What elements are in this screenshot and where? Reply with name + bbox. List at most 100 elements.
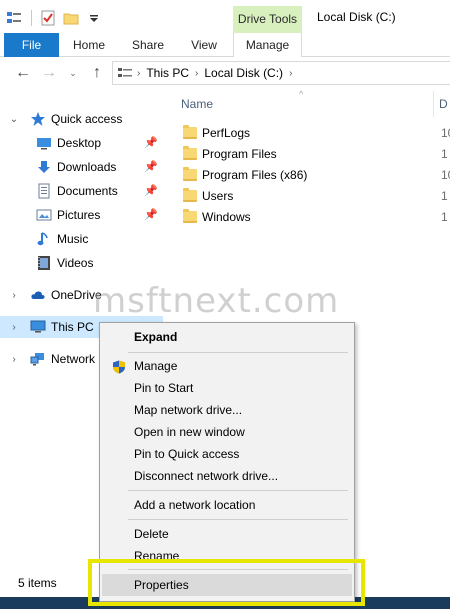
nav-item-label: Network — [51, 352, 96, 366]
menu-separator — [128, 519, 348, 520]
nav-item-quick-access[interactable]: ⌄ Quick access — [0, 108, 163, 130]
nav-item-label: Pictures — [57, 208, 101, 222]
tab-home[interactable]: Home — [68, 33, 110, 57]
music-icon — [36, 231, 52, 247]
pin-icon[interactable]: 📌 — [144, 184, 158, 197]
file-date: 10 — [441, 126, 450, 140]
title-bar: Drive Tools Local Disk (C:) — [0, 0, 450, 33]
computer-icon — [30, 319, 46, 335]
file-date: 1 — [441, 147, 448, 161]
tab-share[interactable]: Share — [127, 33, 169, 57]
qat-separator — [31, 10, 32, 26]
breadcrumb-chevron-icon: › — [195, 67, 199, 79]
nav-item-music[interactable]: Music — [0, 228, 163, 250]
menu-separator — [128, 490, 348, 491]
file-name: Users — [202, 189, 234, 203]
cloud-icon — [30, 287, 46, 303]
menu-item-disconnect-network-drive[interactable]: Disconnect network drive... — [102, 465, 352, 487]
item-count: 5 items — [18, 576, 57, 590]
file-name: Windows — [202, 210, 251, 224]
menu-item-map-network-drive[interactable]: Map network drive... — [102, 399, 352, 421]
file-row-perflogs[interactable]: PerfLogs 10 — [183, 123, 450, 143]
menu-item-add-network-location[interactable]: Add a network location — [102, 494, 352, 516]
back-arrow-icon[interactable]: ← — [14, 64, 32, 82]
breadcrumb-chevron-icon: › — [137, 67, 141, 79]
nav-item-documents[interactable]: Documents 📌 — [0, 180, 163, 202]
nav-item-downloads[interactable]: Downloads 📌 — [0, 156, 163, 178]
highlight-box — [88, 559, 365, 606]
file-date: 1 — [441, 189, 448, 203]
column-separator[interactable] — [433, 91, 434, 117]
breadcrumb-this-pc[interactable]: This PC — [146, 66, 189, 80]
nav-item-desktop[interactable]: Desktop 📌 — [0, 132, 163, 154]
folder-icon — [183, 125, 197, 139]
drive-tools-contextual-tab: Drive Tools — [233, 6, 302, 33]
nav-item-label: Desktop — [57, 136, 102, 150]
collapsed-chevron-icon[interactable]: › — [8, 322, 20, 333]
address-bar: ← → ⌄ ↑ › This PC › Local Disk (C:) › — [0, 57, 450, 89]
nav-item-label: This PC — [51, 320, 94, 334]
menu-item-pin-to-quick-access[interactable]: Pin to Quick access — [102, 443, 352, 465]
explorer-app-icon[interactable] — [6, 10, 22, 26]
menu-item-expand[interactable]: Expand — [102, 326, 352, 348]
folder-icon — [183, 188, 197, 202]
menu-item-label: Manage — [134, 359, 178, 373]
customize-qat-dropdown-icon[interactable] — [86, 10, 102, 26]
nav-item-label: Documents — [57, 184, 118, 198]
window-title: Local Disk (C:) — [317, 10, 396, 24]
desktop-icon — [36, 135, 52, 151]
menu-item-open-in-new-window[interactable]: Open in new window — [102, 421, 352, 443]
file-name: PerfLogs — [202, 126, 251, 140]
nav-item-label: Videos — [57, 256, 94, 270]
documents-icon — [36, 183, 52, 199]
up-arrow-icon[interactable]: ↑ — [88, 64, 106, 82]
forward-arrow-icon[interactable]: → — [40, 64, 58, 82]
quick-access-toolbar — [6, 8, 109, 28]
star-icon — [30, 111, 46, 127]
folder-icon — [183, 209, 197, 223]
address-field[interactable]: › This PC › Local Disk (C:) › — [112, 61, 450, 85]
collapsed-chevron-icon[interactable]: › — [8, 290, 20, 301]
expanded-chevron-icon[interactable]: ⌄ — [8, 114, 20, 125]
menu-item-delete[interactable]: Delete — [102, 523, 352, 545]
videos-icon — [36, 255, 52, 271]
file-date: 10 — [441, 168, 450, 182]
file-row-users[interactable]: Users 1 — [183, 186, 448, 206]
properties-icon[interactable] — [40, 10, 56, 26]
column-header-name[interactable]: Name — [181, 97, 213, 111]
this-pc-small-icon — [117, 66, 133, 80]
folder-icon — [183, 167, 197, 181]
file-row-program-files-x86[interactable]: Program Files (x86) 10 — [183, 165, 450, 185]
file-date: 1 — [441, 210, 448, 224]
file-name: Program Files (x86) — [202, 168, 308, 182]
pin-icon[interactable]: 📌 — [144, 160, 158, 173]
collapsed-chevron-icon[interactable]: › — [8, 354, 20, 365]
menu-item-manage[interactable]: Manage — [102, 355, 352, 377]
column-header-date[interactable]: D — [439, 97, 448, 111]
breadcrumb-local-disk[interactable]: Local Disk (C:) — [204, 66, 283, 80]
file-row-windows[interactable]: Windows 1 — [183, 207, 448, 227]
network-icon — [30, 351, 46, 367]
nav-item-videos[interactable]: Videos — [0, 252, 163, 274]
menu-item-pin-to-start[interactable]: Pin to Start — [102, 377, 352, 399]
ribbon-tabs: File Home Share View Manage — [0, 33, 450, 57]
folder-icon — [183, 146, 197, 160]
nav-item-pictures[interactable]: Pictures 📌 — [0, 204, 163, 226]
nav-item-label: Quick access — [51, 112, 123, 126]
recent-locations-chevron-icon[interactable]: ⌄ — [64, 64, 82, 82]
pictures-icon — [36, 207, 52, 223]
nav-item-label: Downloads — [57, 160, 117, 174]
watermark: msftnext.com — [93, 281, 340, 321]
pin-icon[interactable]: 📌 — [144, 208, 158, 221]
tab-manage[interactable]: Manage — [233, 33, 302, 57]
tab-file[interactable]: File — [4, 33, 59, 57]
breadcrumb-chevron-icon: › — [289, 67, 293, 79]
tab-view[interactable]: View — [184, 33, 224, 57]
sort-ascending-icon: ^ — [299, 89, 304, 99]
new-folder-icon[interactable] — [63, 10, 79, 26]
nav-item-label: Music — [57, 232, 89, 246]
file-row-program-files[interactable]: Program Files 1 — [183, 144, 448, 164]
uac-shield-icon — [112, 359, 126, 374]
pin-icon[interactable]: 📌 — [144, 136, 158, 149]
download-icon — [36, 159, 52, 175]
